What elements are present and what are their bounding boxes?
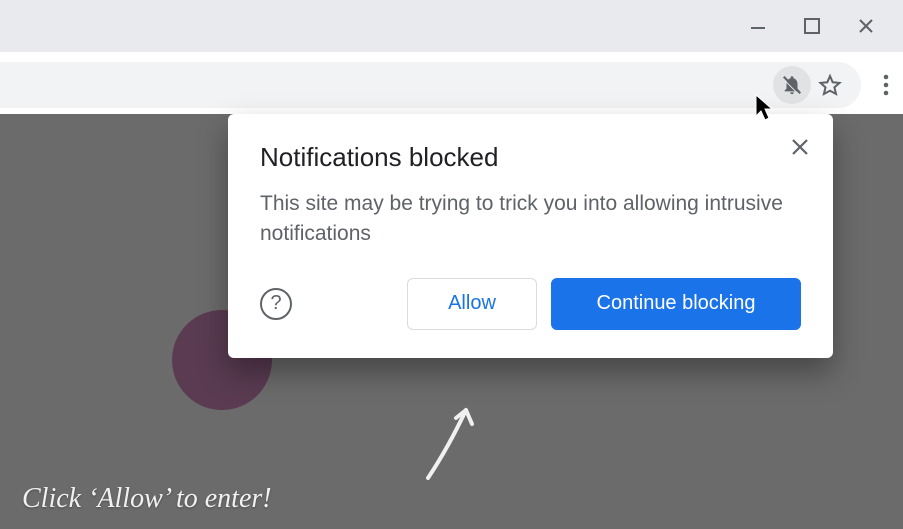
popup-title: Notifications blocked (260, 142, 801, 173)
continue-blocking-button[interactable]: Continue blocking (551, 278, 801, 330)
mouse-cursor-icon (754, 94, 776, 122)
window-titlebar (0, 0, 903, 52)
kebab-menu-icon[interactable] (863, 62, 903, 108)
popup-action-row: ? Allow Continue blocking (260, 278, 801, 330)
popup-close-button[interactable] (783, 130, 817, 164)
help-icon[interactable]: ? (260, 288, 292, 320)
notification-blocked-popup: Notifications blocked This site may be t… (228, 114, 833, 358)
window-close-button[interactable] (839, 0, 893, 52)
minimize-button[interactable] (731, 0, 785, 52)
popup-body-text: This site may be trying to trick you int… (260, 189, 790, 250)
address-bar[interactable] (0, 62, 861, 108)
bookmark-star-icon[interactable] (811, 66, 849, 104)
pointer-arrow-icon (418, 398, 498, 488)
page-hint-text: Click ‘Allow’ to enter! (22, 483, 272, 515)
notification-blocked-icon[interactable] (773, 66, 811, 104)
maximize-button[interactable] (785, 0, 839, 52)
allow-button[interactable]: Allow (407, 278, 537, 330)
